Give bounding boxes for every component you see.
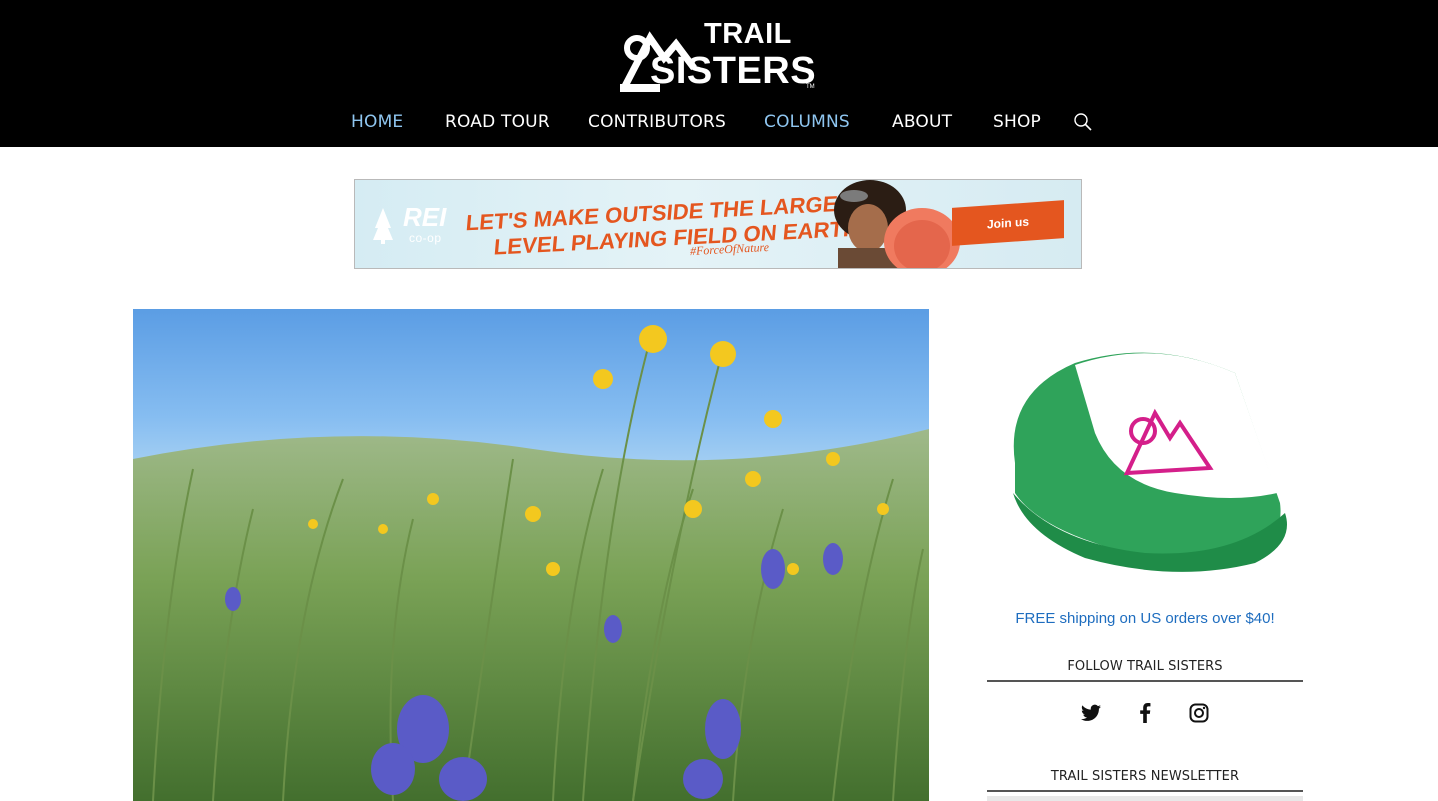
- twitter-icon[interactable]: [1079, 701, 1103, 725]
- nav-item-shop[interactable]: SHOP: [993, 112, 1041, 132]
- site-logo[interactable]: TRAIL SISTERS TM: [620, 18, 820, 96]
- nav-item-home[interactable]: HOME: [351, 112, 403, 132]
- follow-widget-title: FOLLOW TRAIL SISTERS: [1067, 659, 1223, 674]
- newsletter-form-area: [987, 796, 1303, 801]
- rei-logo: REI co-op: [373, 198, 453, 250]
- rei-brand: REI: [403, 202, 447, 232]
- main-nav: HOME ROAD TOUR CONTRIBUTORS COLUMNS ABOU…: [0, 112, 1438, 138]
- nav-item-columns[interactable]: COLUMNS: [764, 112, 850, 132]
- logo-text-trail: TRAIL: [704, 18, 792, 50]
- join-us-button[interactable]: Join us: [952, 200, 1064, 246]
- nav-item-contributors[interactable]: CONTRIBUTORS: [588, 112, 726, 132]
- follow-widget-divider: [987, 680, 1303, 682]
- logo-trademark: TM: [806, 84, 815, 90]
- tree-icon: [373, 208, 393, 244]
- facebook-icon[interactable]: [1133, 701, 1157, 725]
- newsletter-widget-divider: [987, 790, 1303, 792]
- newsletter-widget-title: TRAIL SISTERS NEWSLETTER: [1050, 769, 1240, 784]
- rei-brand-sub: co-op: [409, 231, 442, 245]
- rei-banner-ad[interactable]: REI co-op LET'S MAKE OUTSIDE THE LARGEST…: [354, 179, 1082, 269]
- wildflower-photo: [133, 325, 929, 801]
- site-header: TRAIL SISTERS TM HOME ROAD TOUR CONTRIBU…: [0, 0, 1438, 147]
- search-icon[interactable]: [1073, 112, 1093, 132]
- featured-image[interactable]: [133, 309, 929, 801]
- trucker-hat-product-image[interactable]: [995, 343, 1295, 573]
- instagram-icon[interactable]: [1187, 701, 1211, 725]
- banner-hashtag: #ForceOfNature: [689, 239, 770, 259]
- logo-text-sisters: SISTERS: [650, 50, 817, 92]
- free-shipping-link[interactable]: FREE shipping on US orders over $40!: [987, 610, 1303, 627]
- hat-icon: [1013, 352, 1287, 572]
- nav-item-road-tour[interactable]: ROAD TOUR: [445, 112, 550, 132]
- nav-item-about[interactable]: ABOUT: [892, 112, 952, 132]
